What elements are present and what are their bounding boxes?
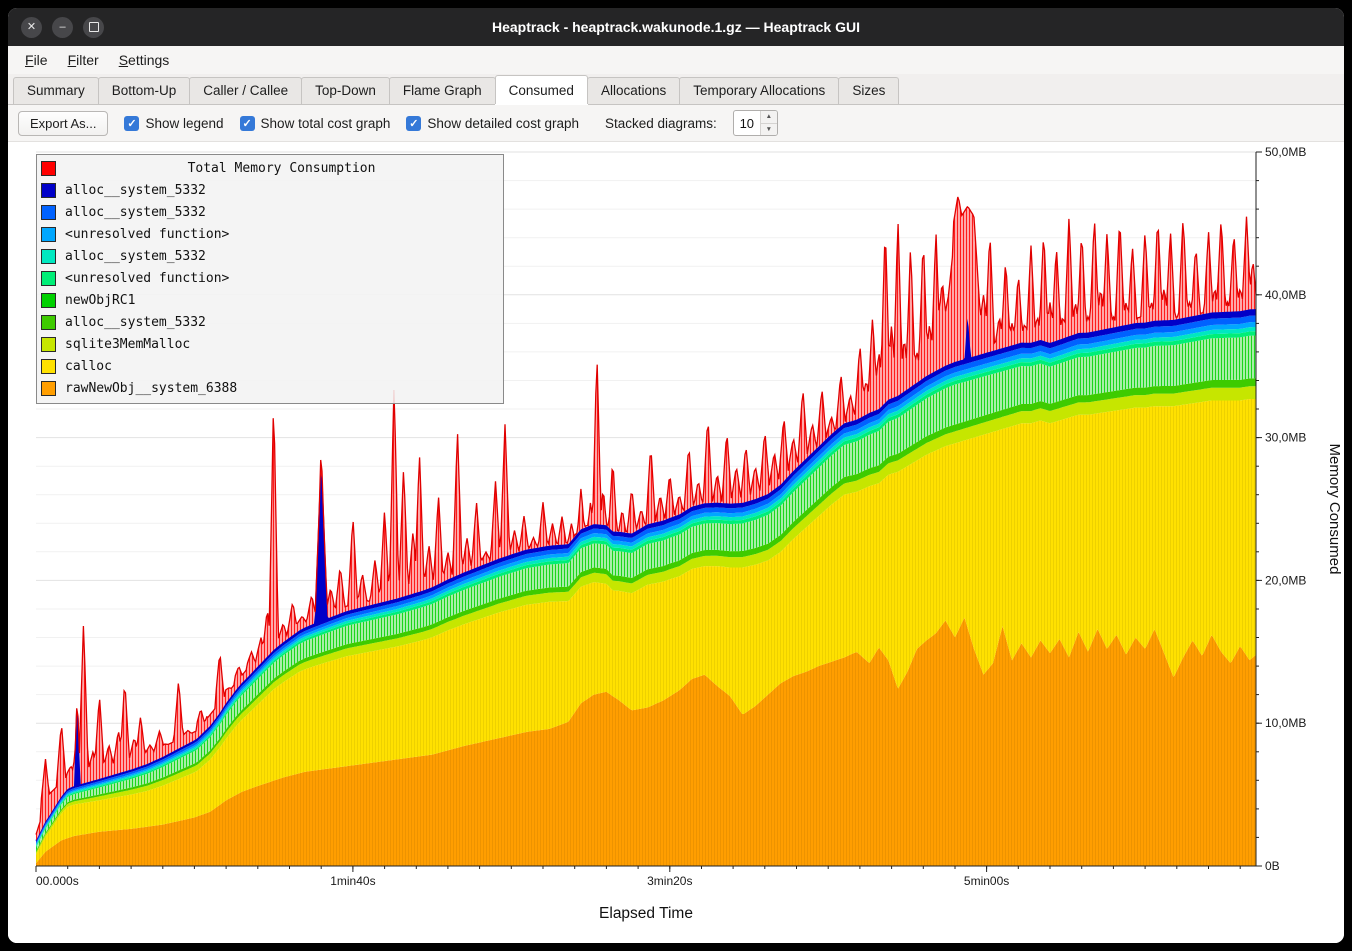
close-icon: ✕: [27, 22, 36, 33]
menubar: File Filter Settings: [8, 46, 1344, 74]
stacked-diagrams-value[interactable]: 10: [734, 111, 760, 135]
minimize-button[interactable]: –: [52, 17, 73, 38]
tab-consumed[interactable]: Consumed: [495, 75, 588, 104]
legend-label: rawNewObj__system_6388: [65, 381, 237, 396]
toolbar: Export As... ✓ Show legend ✓ Show total …: [8, 105, 1344, 142]
legend-label: sqlite3MemMalloc: [65, 337, 190, 352]
legend-item: <unresolved function>: [41, 223, 498, 245]
legend-label: newObjRC1: [65, 293, 135, 308]
legend-swatch-icon: [41, 271, 56, 286]
spinner-buttons: ▲ ▼: [760, 111, 777, 135]
legend-swatch-icon: [41, 205, 56, 220]
tab-top-down[interactable]: Top-Down: [301, 77, 390, 104]
svg-text:10,0MB: 10,0MB: [1265, 716, 1306, 730]
maximize-button[interactable]: [83, 17, 104, 38]
legend-swatch-icon: [41, 161, 56, 176]
legend-item: alloc__system_5332: [41, 179, 498, 201]
legend-label: <unresolved function>: [65, 227, 229, 242]
legend-item: newObjRC1: [41, 289, 498, 311]
svg-text:5min00s: 5min00s: [964, 874, 1009, 888]
menu-settings[interactable]: Settings: [110, 49, 179, 71]
stacked-diagrams-spinner[interactable]: 10 ▲ ▼: [733, 110, 778, 136]
tab-allocations[interactable]: Allocations: [587, 77, 680, 104]
menu-filter[interactable]: Filter: [59, 49, 108, 71]
show-detailed-cost-label: Show detailed cost graph: [427, 116, 579, 131]
tab-caller-callee[interactable]: Caller / Callee: [189, 77, 302, 104]
legend-header-row: Total Memory Consumption: [41, 157, 498, 179]
legend-swatch-icon: [41, 293, 56, 308]
legend-label: alloc__system_5332: [65, 183, 206, 198]
chart-legend: Total Memory Consumption alloc__system_53…: [36, 154, 504, 404]
legend-item: calloc: [41, 355, 498, 377]
legend-swatch-icon: [41, 381, 56, 396]
tab-sizes[interactable]: Sizes: [838, 77, 899, 104]
svg-text:0B: 0B: [1265, 859, 1280, 873]
checkbox-checked-icon: ✓: [406, 116, 421, 131]
svg-text:20,0MB: 20,0MB: [1265, 573, 1306, 587]
legend-label: <unresolved function>: [65, 271, 229, 286]
legend-label: Total Memory Consumption: [65, 161, 498, 176]
svg-text:Memory Consumed: Memory Consumed: [1326, 444, 1343, 575]
spinner-up-icon[interactable]: ▲: [761, 111, 777, 124]
legend-swatch-icon: [41, 359, 56, 374]
legend-item: alloc__system_5332: [41, 311, 498, 333]
tab-flame-graph[interactable]: Flame Graph: [389, 77, 496, 104]
legend-swatch-icon: [41, 315, 56, 330]
window-title: Heaptrack - heaptrack.wakunode.1.gz — He…: [8, 19, 1344, 35]
legend-label: alloc__system_5332: [65, 205, 206, 220]
tab-bottom-up[interactable]: Bottom-Up: [98, 77, 191, 104]
legend-label: alloc__system_5332: [65, 249, 206, 264]
minimize-icon: –: [59, 22, 65, 33]
legend-item: sqlite3MemMalloc: [41, 333, 498, 355]
svg-text:50,0MB: 50,0MB: [1265, 145, 1306, 159]
legend-label: calloc: [65, 359, 112, 374]
show-total-cost-label: Show total cost graph: [261, 116, 391, 131]
svg-text:00.000s: 00.000s: [36, 874, 79, 888]
export-as-button[interactable]: Export As...: [18, 111, 108, 136]
checkbox-checked-icon: ✓: [124, 116, 139, 131]
legend-item: alloc__system_5332: [41, 245, 498, 267]
maximize-icon: [89, 22, 99, 32]
legend-swatch-icon: [41, 227, 56, 242]
show-legend-label: Show legend: [145, 116, 223, 131]
tabbar: Summary Bottom-Up Caller / Callee Top-Do…: [8, 74, 1344, 105]
legend-item: rawNewObj__system_6388: [41, 377, 498, 399]
heaptrack-window: ✕ – Heaptrack - heaptrack.wakunode.1.gz …: [8, 8, 1344, 943]
svg-text:40,0MB: 40,0MB: [1265, 288, 1306, 302]
svg-text:3min20s: 3min20s: [647, 874, 692, 888]
show-detailed-cost-checkbox[interactable]: ✓ Show detailed cost graph: [406, 116, 579, 131]
show-legend-checkbox[interactable]: ✓ Show legend: [124, 116, 223, 131]
spinner-down-icon[interactable]: ▼: [761, 124, 777, 136]
close-button[interactable]: ✕: [21, 17, 42, 38]
legend-item: <unresolved function>: [41, 267, 498, 289]
tab-summary[interactable]: Summary: [13, 77, 99, 104]
titlebar[interactable]: ✕ – Heaptrack - heaptrack.wakunode.1.gz …: [8, 8, 1344, 46]
legend-swatch-icon: [41, 337, 56, 352]
tab-temporary-allocations[interactable]: Temporary Allocations: [679, 77, 839, 104]
stacked-diagrams-label: Stacked diagrams:: [605, 116, 717, 131]
svg-text:Elapsed Time: Elapsed Time: [599, 905, 693, 922]
checkbox-checked-icon: ✓: [240, 116, 255, 131]
legend-swatch-icon: [41, 183, 56, 198]
legend-item: alloc__system_5332: [41, 201, 498, 223]
chart-area: 00.000s 1min40s 3min20s 5min00s 0B 10,0MB 20,0…: [8, 142, 1344, 943]
legend-label: alloc__system_5332: [65, 315, 206, 330]
svg-text:30,0MB: 30,0MB: [1265, 431, 1306, 445]
menu-file[interactable]: File: [16, 49, 57, 71]
svg-text:1min40s: 1min40s: [330, 874, 375, 888]
show-total-cost-checkbox[interactable]: ✓ Show total cost graph: [240, 116, 391, 131]
legend-swatch-icon: [41, 249, 56, 264]
